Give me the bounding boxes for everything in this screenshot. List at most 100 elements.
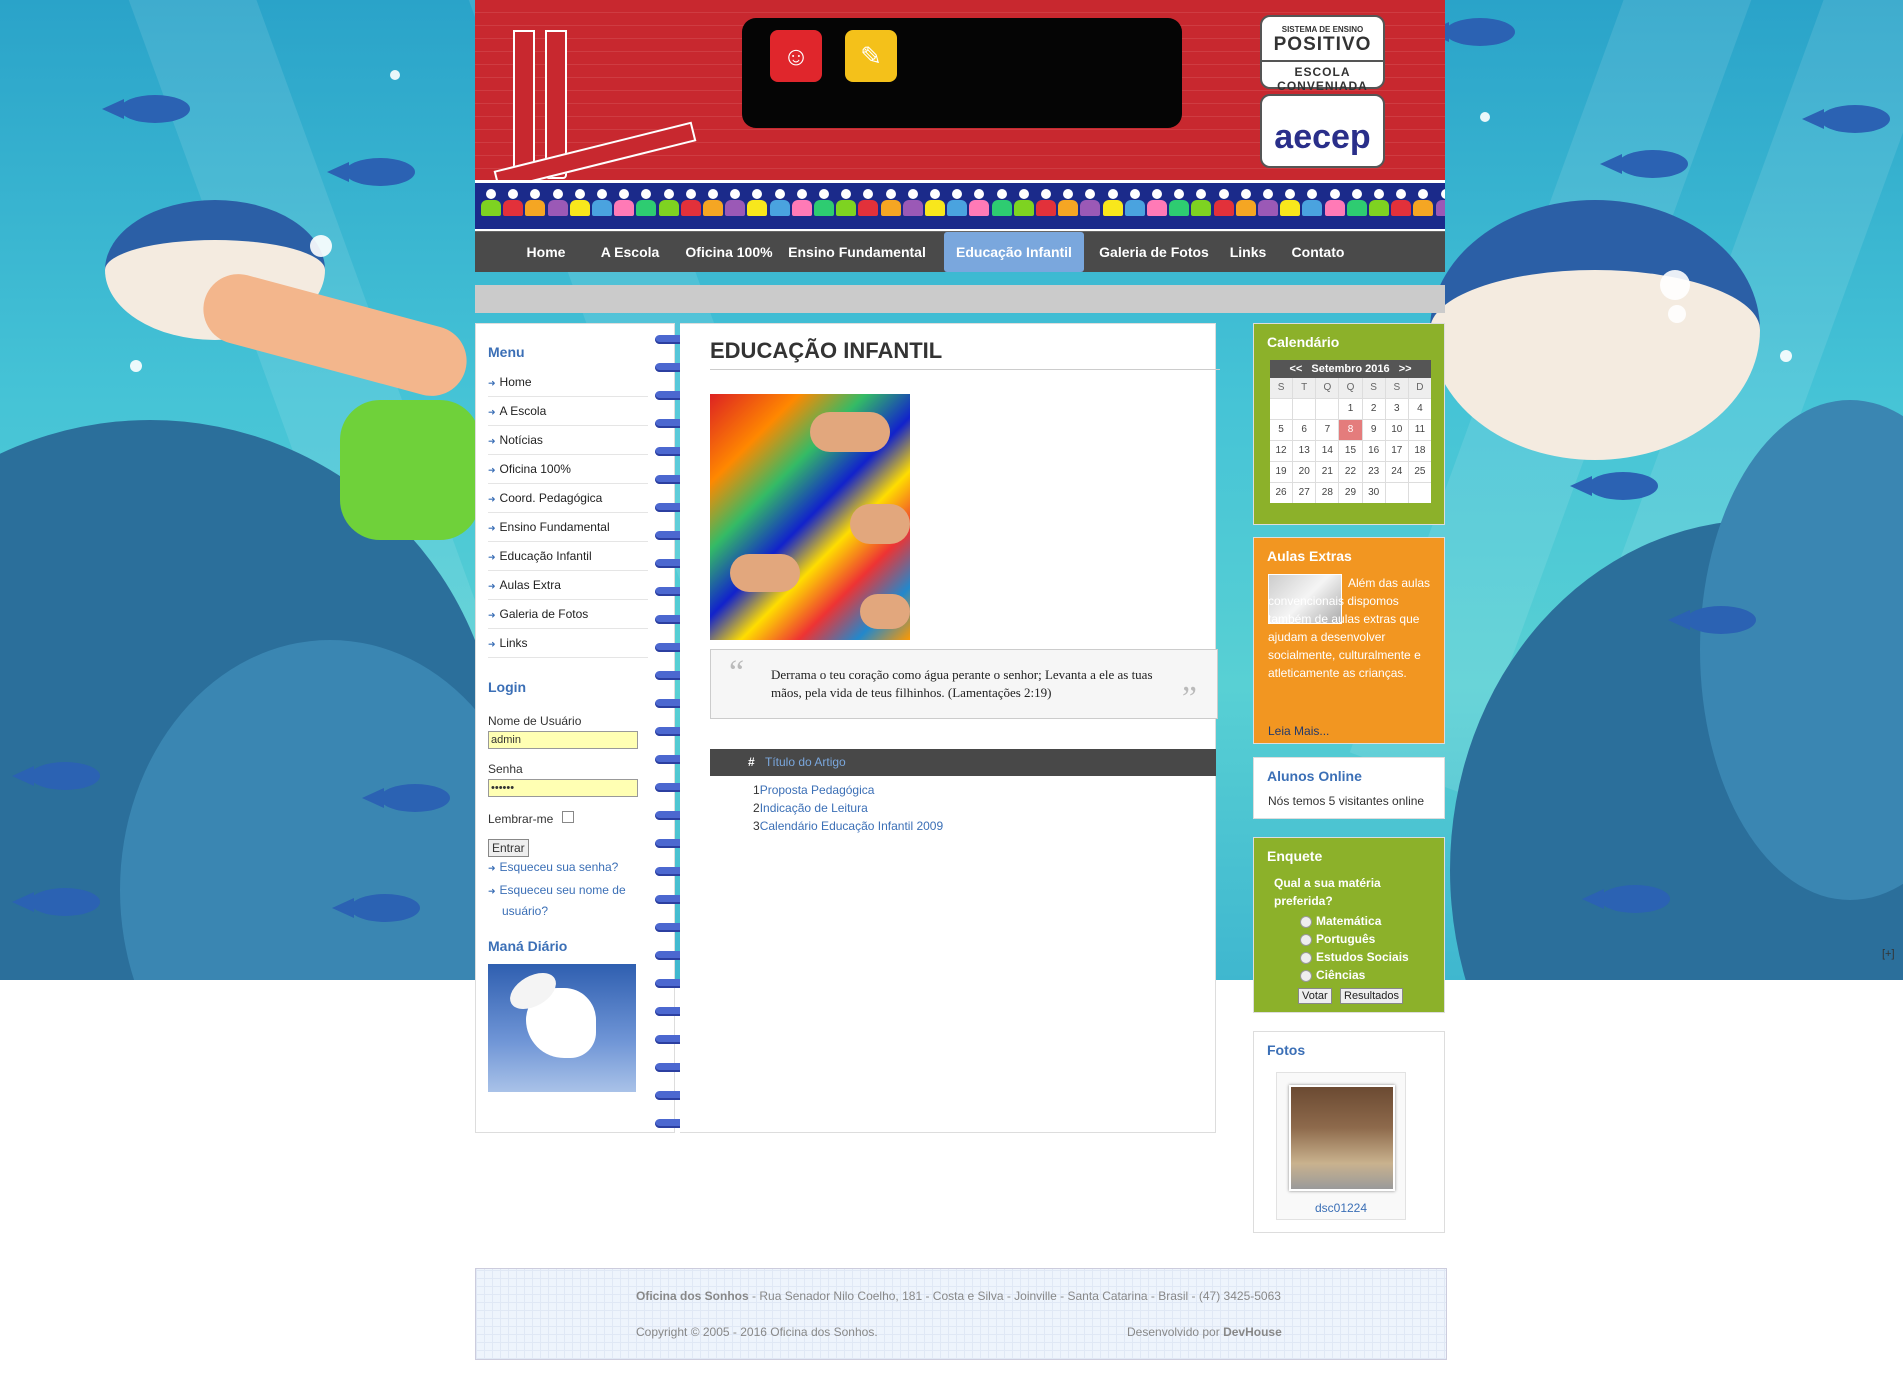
calendar-day[interactable]: 21 xyxy=(1316,462,1339,482)
login-button[interactable]: Entrar xyxy=(488,839,529,857)
calendar-next-button[interactable]: >> xyxy=(1399,363,1412,375)
calendar-day[interactable]: 29 xyxy=(1339,483,1362,503)
gallery-frame[interactable]: dsc01224 xyxy=(1276,1072,1406,1220)
calendar-day[interactable]: 24 xyxy=(1385,462,1408,482)
nav-contato[interactable]: Contato xyxy=(1278,232,1358,272)
menu-item-a-escola[interactable]: ➜ A Escola xyxy=(488,397,648,426)
quote-open-icon: “ xyxy=(729,654,745,691)
aulas-read-more-link[interactable]: Leia Mais... xyxy=(1268,724,1329,738)
calendar-day[interactable]: 10 xyxy=(1385,420,1408,440)
calendar-day[interactable]: 7 xyxy=(1316,420,1339,440)
poll-title: Enquete xyxy=(1267,848,1323,864)
calendar-day[interactable]: 6 xyxy=(1293,420,1316,440)
arrow-icon: ➜ xyxy=(488,494,496,504)
arrow-icon: ➜ xyxy=(488,407,496,417)
children-icon[interactable]: ☺ xyxy=(770,30,822,82)
poll-vote-button[interactable]: Votar xyxy=(1298,988,1332,1004)
poll-option-estudos-sociais[interactable]: Estudos Sociais xyxy=(1300,950,1409,964)
menu-item-home[interactable]: ➜ Home xyxy=(488,368,648,397)
kid-figure xyxy=(1258,189,1278,221)
table-row[interactable]: 1Proposta Pedagógica xyxy=(753,781,874,799)
calendar-day[interactable]: 12 xyxy=(1270,441,1293,461)
radio-icon[interactable] xyxy=(1300,915,1312,928)
calendar-day[interactable]: 30 xyxy=(1362,483,1385,503)
gallery-photo[interactable] xyxy=(1289,1085,1395,1191)
expand-button[interactable]: [+] xyxy=(1882,948,1895,960)
menu-item-galeria[interactable]: ➜ Galeria de Fotos xyxy=(488,600,648,629)
online-text: Nós temos 5 visitantes online xyxy=(1268,794,1425,808)
calendar-day[interactable]: 25 xyxy=(1408,462,1431,482)
developer-link[interactable]: DevHouse xyxy=(1223,1325,1282,1339)
radio-icon[interactable] xyxy=(1300,951,1312,964)
menu-item-ensino-fundamental[interactable]: ➜ Ensino Fundamental xyxy=(488,513,648,542)
calendar-day[interactable]: 5 xyxy=(1270,420,1293,440)
calendar-weekday: T xyxy=(1293,378,1316,398)
arrow-icon: ➜ xyxy=(488,863,496,873)
arrow-icon: ➜ xyxy=(488,639,496,649)
menu-item-noticias[interactable]: ➜ Notícias xyxy=(488,426,648,455)
arrow-icon: ➜ xyxy=(488,610,496,620)
menu-item-oficina[interactable]: ➜ Oficina 100% xyxy=(488,455,648,484)
book-icon[interactable]: ✎ xyxy=(845,30,897,82)
poll-option-portugues[interactable]: Português xyxy=(1300,932,1375,946)
nav-a-escola[interactable]: A Escola xyxy=(587,232,673,272)
poll-results-button[interactable]: Resultados xyxy=(1340,988,1404,1004)
calendar-day[interactable]: 22 xyxy=(1339,462,1362,482)
nav-links[interactable]: Links xyxy=(1218,232,1278,272)
username-input[interactable]: admin xyxy=(488,731,638,749)
calendar-day[interactable]: 2 xyxy=(1362,399,1385,419)
calendar-day[interactable]: 4 xyxy=(1408,399,1431,419)
radio-icon[interactable] xyxy=(1300,969,1312,982)
poll-box: Enquete Qual a sua matéria preferida? Ma… xyxy=(1253,837,1445,1013)
articles-table-header: # Título do Artigo xyxy=(710,749,1216,776)
nav-oficina[interactable]: Oficina 100% xyxy=(673,232,785,272)
radio-icon[interactable] xyxy=(1300,933,1312,946)
kid-figure xyxy=(791,189,812,221)
forgot-username-link[interactable]: ➜ Esqueceu seu nome de usuário? xyxy=(488,880,662,921)
menu-item-educacao-infantil[interactable]: ➜ Educação Infantil xyxy=(488,542,648,571)
menu-item-coord-pedagogica[interactable]: ➜ Coord. Pedagógica xyxy=(488,484,648,513)
positivo-logo[interactable]: SISTEMA DE ENSINO POSITIVO ESCOLA CONVEN… xyxy=(1260,15,1385,93)
calendar-day[interactable]: 28 xyxy=(1316,483,1339,503)
col-title[interactable]: Título do Artigo xyxy=(765,749,846,776)
nav-educacao-infantil[interactable]: Educação Infantil xyxy=(944,232,1084,272)
table-row[interactable]: 2Indicação de Leitura xyxy=(753,799,868,817)
password-input[interactable]: •••••• xyxy=(488,779,638,797)
menu-item-links[interactable]: ➜ Links xyxy=(488,629,648,658)
calendar-day[interactable]: 14 xyxy=(1316,441,1339,461)
nav-galeria[interactable]: Galeria de Fotos xyxy=(1090,232,1218,272)
footer-school-name: Oficina dos Sonhos xyxy=(636,1289,749,1303)
calendar-day[interactable]: 17 xyxy=(1385,441,1408,461)
arrow-icon: ➜ xyxy=(488,465,496,475)
forgot-password-link[interactable]: ➜ Esqueceu sua senha? xyxy=(488,860,618,874)
kid-figure xyxy=(1413,189,1434,221)
menu-item-aulas-extra[interactable]: ➜ Aulas Extra xyxy=(488,571,648,600)
calendar-day[interactable]: 18 xyxy=(1408,441,1431,461)
poll-option-matematica[interactable]: Matemática xyxy=(1300,914,1381,928)
calendar-day[interactable]: 23 xyxy=(1362,462,1385,482)
nav-home[interactable]: Home xyxy=(505,232,587,272)
calendar-day[interactable]: 1 xyxy=(1339,399,1362,419)
remember-checkbox[interactable] xyxy=(562,811,574,823)
calendar-day[interactable]: 15 xyxy=(1339,441,1362,461)
calendar-day[interactable]: 9 xyxy=(1362,420,1385,440)
aecep-logo[interactable]: aecep xyxy=(1260,94,1385,168)
kid-figure xyxy=(1147,189,1167,221)
calendar-day[interactable]: 3 xyxy=(1385,399,1408,419)
nav-ensino-fundamental[interactable]: Ensino Fundamental xyxy=(785,232,929,272)
calendar-day[interactable]: 11 xyxy=(1408,420,1431,440)
table-row[interactable]: 3Calendário Educação Infantil 2009 xyxy=(753,817,943,835)
calendar-day[interactable]: 26 xyxy=(1270,483,1293,503)
calendar-day[interactable]: 27 xyxy=(1293,483,1316,503)
calendar-day[interactable]: 16 xyxy=(1362,441,1385,461)
gallery-caption[interactable]: dsc01224 xyxy=(1277,1201,1405,1215)
poll-option-ciencias[interactable]: Ciências xyxy=(1300,968,1365,982)
calendar-day[interactable]: 13 xyxy=(1293,441,1316,461)
calendar-prev-button[interactable]: << xyxy=(1289,363,1302,375)
fish-right-large xyxy=(1430,200,1760,460)
calendar-day[interactable]: 20 xyxy=(1293,462,1316,482)
calendar-day[interactable]: 8 xyxy=(1339,420,1362,440)
quote-close-icon: ” xyxy=(1181,680,1197,717)
kid-figure xyxy=(547,189,568,221)
calendar-day[interactable]: 19 xyxy=(1270,462,1293,482)
